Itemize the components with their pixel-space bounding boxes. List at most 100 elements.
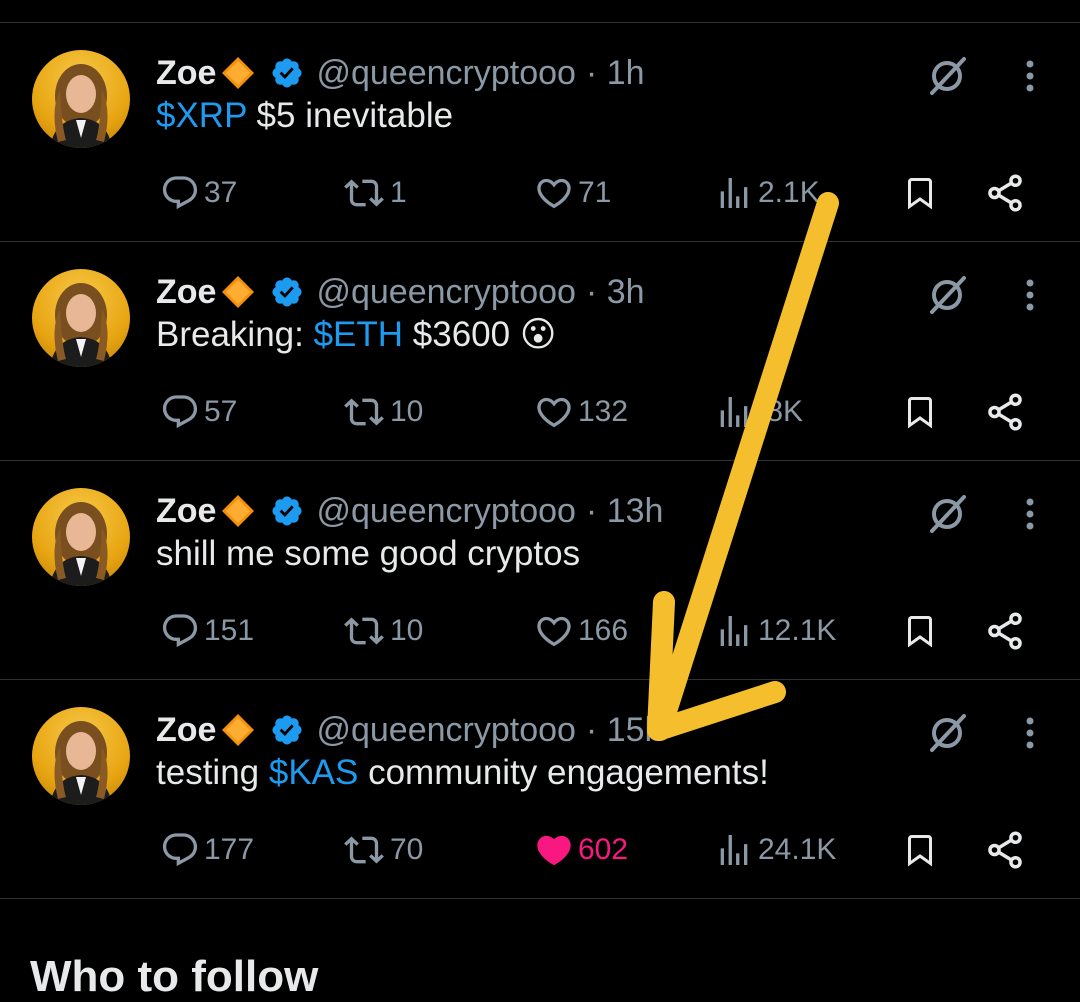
author-handle[interactable]: @queencryptooo [316, 711, 575, 750]
tweet[interactable]: Zoe @queencryptooo · 13h shill me some good… [0, 461, 1080, 680]
repost-button[interactable]: 1 [342, 168, 407, 218]
views-button[interactable]: 24.1K [714, 825, 836, 875]
tweet-text[interactable]: Breaking: $ETH $3600 😮 [156, 315, 556, 355]
views-button[interactable]: 12.1K [714, 606, 836, 656]
cashtag-link[interactable]: $ETH [314, 315, 403, 354]
author-handle[interactable]: @queencryptooo [316, 54, 575, 93]
views-count: 2.1K [758, 176, 820, 209]
reply-count: 57 [204, 395, 238, 428]
more-icon[interactable] [1016, 491, 1044, 537]
cashtag-link[interactable]: $KAS [269, 753, 359, 792]
reply-count: 177 [204, 833, 255, 866]
views-button[interactable]: 2.1K [714, 168, 820, 218]
verified-badge-icon[interactable] [270, 275, 304, 309]
more-icon[interactable] [1016, 710, 1044, 756]
tweet-actions: 177 70 602 24.1K [0, 825, 1080, 875]
grok-icon[interactable] [924, 53, 970, 99]
share-icon[interactable] [984, 391, 1026, 433]
like-count: 166 [578, 614, 629, 647]
reply-icon [160, 830, 204, 870]
bookmark-icon[interactable] [902, 172, 938, 214]
text-segment: shill me some good cryptos [156, 534, 581, 573]
avatar[interactable] [32, 488, 130, 586]
grok-icon[interactable] [924, 491, 970, 537]
tweet-text[interactable]: $XRP $5 inevitable [156, 96, 453, 136]
tweet-timestamp[interactable]: · 3h [586, 273, 645, 312]
grok-icon[interactable] [924, 272, 970, 318]
like-count: 71 [578, 176, 612, 209]
repost-button[interactable]: 10 [342, 606, 423, 656]
repost-button[interactable]: 70 [342, 825, 423, 875]
views-icon [714, 392, 758, 432]
reply-button[interactable]: 57 [160, 387, 237, 437]
views-icon [714, 173, 758, 213]
bookmark-icon[interactable] [902, 610, 938, 652]
orange-diamond-emoji [220, 274, 256, 310]
views-count: .8K [758, 395, 804, 428]
author-name[interactable]: Zoe [156, 54, 216, 93]
repost-count: 10 [390, 614, 424, 647]
orange-diamond-emoji [220, 55, 256, 91]
author-name[interactable]: Zoe [156, 711, 216, 750]
views-icon [714, 611, 758, 651]
tweet-timestamp[interactable]: · 13h [586, 492, 664, 531]
like-count: 602 [578, 833, 629, 866]
grok-icon[interactable] [924, 710, 970, 756]
tweet-actions: 57 10 132 .8K [0, 387, 1080, 437]
repost-icon [342, 830, 390, 870]
reply-button[interactable]: 37 [160, 168, 237, 218]
reply-button[interactable]: 151 [160, 606, 254, 656]
reply-button[interactable]: 177 [160, 825, 254, 875]
share-icon[interactable] [984, 610, 1026, 652]
author-handle[interactable]: @queencryptooo [316, 492, 575, 531]
verified-badge-icon[interactable] [270, 713, 304, 747]
author-name[interactable]: Zoe [156, 273, 216, 312]
reply-icon [160, 611, 204, 651]
orange-diamond-emoji [220, 493, 256, 529]
like-button[interactable]: 132 [534, 387, 628, 437]
repost-button[interactable]: 10 [342, 387, 423, 437]
more-icon[interactable] [1016, 53, 1044, 99]
author-name[interactable]: Zoe [156, 492, 216, 531]
like-button[interactable]: 602 [534, 825, 628, 875]
tweet-timestamp[interactable]: · 15h [586, 711, 664, 750]
tweet-text[interactable]: shill me some good cryptos [156, 534, 580, 574]
repost-icon [342, 611, 390, 651]
like-icon [534, 173, 578, 213]
like-button[interactable]: 71 [534, 168, 611, 218]
avatar[interactable] [32, 50, 130, 148]
tweet-text[interactable]: testing $KAS community engagements! [156, 753, 769, 793]
author-handle[interactable]: @queencryptooo [316, 273, 575, 312]
reply-count: 37 [204, 176, 238, 209]
verified-badge-icon[interactable] [270, 494, 304, 528]
tweet-divider [0, 898, 1080, 899]
verified-badge-icon[interactable] [270, 56, 304, 90]
like-button[interactable]: 166 [534, 606, 628, 656]
share-icon[interactable] [984, 172, 1026, 214]
who-to-follow-heading: Who to follow [30, 952, 319, 1001]
repost-count: 10 [390, 395, 424, 428]
like-count: 132 [578, 395, 629, 428]
cashtag-link[interactable]: $XRP [156, 96, 247, 135]
tweet-header: Zoe @queencryptooo · 13h [156, 488, 663, 534]
reply-count: 151 [204, 614, 255, 647]
bookmark-icon[interactable] [902, 829, 938, 871]
more-icon[interactable] [1016, 272, 1044, 318]
text-segment: $5 inevitable [246, 96, 454, 135]
share-icon[interactable] [984, 829, 1026, 871]
like-icon [534, 830, 578, 870]
bookmark-icon[interactable] [902, 391, 938, 433]
tweet[interactable]: Zoe @queencryptooo · 15h testing $KAS commu… [0, 680, 1080, 899]
views-button[interactable]: .8K [714, 387, 803, 437]
like-icon [534, 392, 578, 432]
tweet-header: Zoe @queencryptooo · 15h [156, 707, 663, 753]
repost-count: 1 [390, 176, 407, 209]
avatar[interactable] [32, 269, 130, 367]
tweet[interactable]: Zoe @queencryptooo · 3h Breaking: $ETH $360… [0, 242, 1080, 461]
avatar[interactable] [32, 707, 130, 805]
repost-icon [342, 392, 390, 432]
tweet[interactable]: Zoe @queencryptooo · 1h $XRP $5 inevitable 3… [0, 23, 1080, 242]
repost-count: 70 [390, 833, 424, 866]
tweet-timestamp[interactable]: · 1h [586, 54, 645, 93]
views-count: 12.1K [758, 614, 837, 647]
